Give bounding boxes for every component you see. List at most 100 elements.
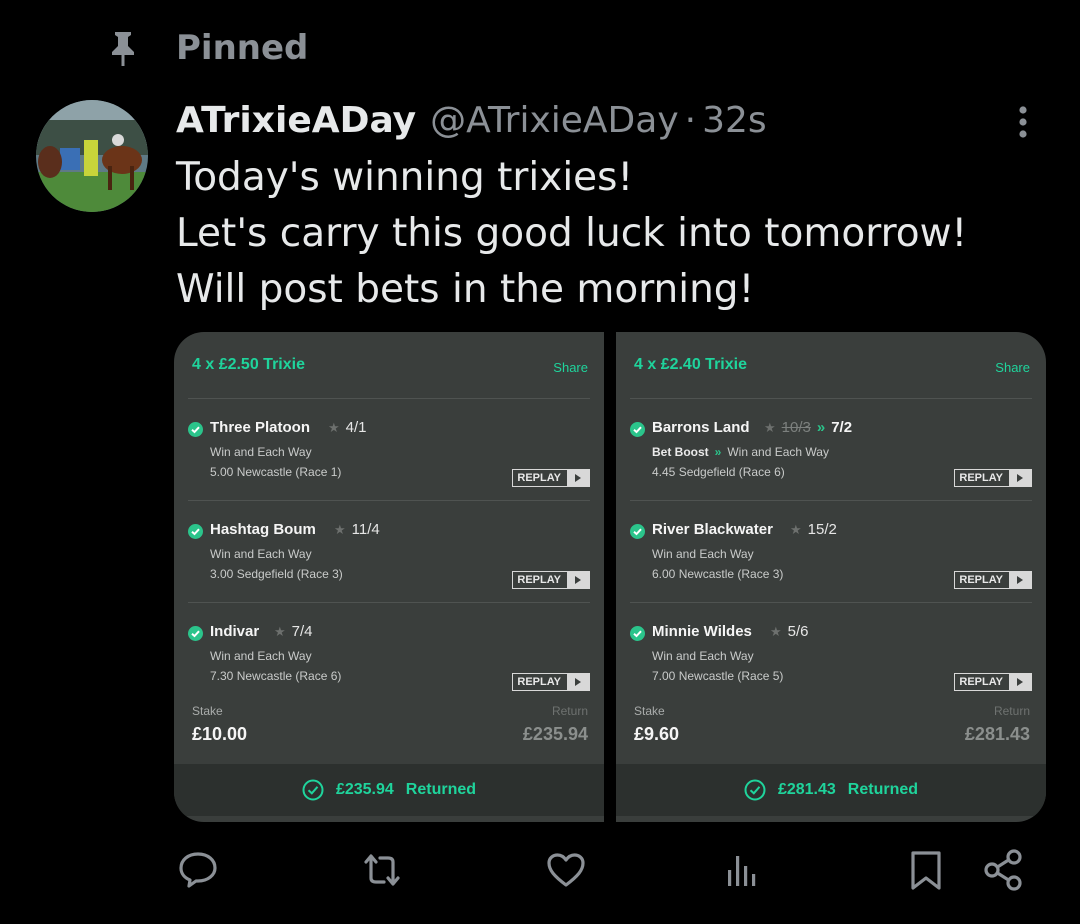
market: Bet Boost » Win and Each Way: [652, 445, 829, 459]
selection-row: Minnie Wildes ★ 5/6 Win and Each Way 7.00…: [630, 602, 1032, 702]
tweet-line: Let's carry this good luck into tomorrow…: [176, 211, 968, 256]
reply-icon: [179, 852, 217, 888]
returned-amount: £281.43: [777, 781, 836, 798]
boost-arrow-icon: »: [714, 445, 722, 459]
display-name[interactable]: ATrixieADay: [176, 100, 416, 141]
selection-row: River Blackwater ★ 15/2 Win and Each Way …: [630, 500, 1032, 600]
horse-name: Minnie Wildes: [652, 623, 752, 640]
timestamp[interactable]: 32s: [702, 100, 767, 141]
replay-button: REPLAY: [512, 571, 590, 589]
share-icon: [984, 849, 1022, 891]
market: Win and Each Way: [652, 547, 754, 561]
star-icon: ★: [334, 521, 346, 537]
selection-row: Three Platoon ★ 4/1 Win and Each Way 5.00…: [188, 398, 590, 498]
horse-name: Three Platoon: [210, 419, 311, 436]
tweet-line: Will post bets in the morning!: [176, 267, 755, 312]
odds-value: 4/1: [345, 419, 367, 436]
avatar[interactable]: [36, 100, 148, 212]
play-icon: [1009, 470, 1031, 486]
market: Win and Each Way: [210, 445, 312, 459]
play-icon: [567, 572, 589, 588]
check-icon: [630, 524, 645, 539]
pin-icon: [112, 32, 134, 66]
returned-amount: £235.94: [335, 781, 394, 798]
bet-slip-image[interactable]: 4 x £2.50 Trixie Share Three Platoon ★ 4/…: [174, 332, 604, 822]
odds-value: 7/2: [831, 419, 853, 436]
return-label: Return: [551, 704, 588, 718]
check-circle-icon: [744, 779, 766, 801]
replay-label: REPLAY: [517, 472, 561, 484]
share-button[interactable]: [982, 848, 1026, 892]
odds: ★ 7/4: [274, 623, 313, 640]
market: Win and Each Way: [210, 547, 312, 561]
return-label: Return: [993, 704, 1030, 718]
bookmark-button[interactable]: [904, 848, 948, 892]
play-icon: [1009, 674, 1031, 690]
odds: ★ 15/2: [790, 521, 837, 538]
check-icon: [188, 524, 203, 539]
star-icon: ★: [764, 419, 776, 435]
boost-arrow-icon: »: [816, 419, 826, 436]
bet-slip-image[interactable]: 4 x £2.40 Trixie Share Barrons Land ★ 10/…: [616, 332, 1046, 822]
race-info: 3.00 Sedgefield (Race 3): [210, 567, 343, 581]
odds: ★ 4/1: [328, 419, 367, 436]
slip-title: 4 x £2.40 Trixie: [634, 356, 747, 373]
horse-name: River Blackwater: [652, 521, 773, 538]
tweet-line: Today's winning trixies!: [176, 155, 634, 200]
like-button[interactable]: [544, 848, 588, 892]
odds-value: 11/4: [351, 521, 380, 538]
retweet-button[interactable]: [360, 848, 404, 892]
return-value: £281.43: [964, 724, 1030, 744]
returned-label: Returned: [405, 781, 477, 798]
replay-label: REPLAY: [517, 676, 561, 688]
check-icon: [188, 422, 203, 437]
horse-name: Barrons Land: [652, 419, 750, 436]
odds-value: 15/2: [807, 521, 837, 538]
tweet-media[interactable]: 4 x £2.50 Trixie Share Three Platoon ★ 4/…: [174, 332, 1046, 822]
reply-button[interactable]: [176, 848, 220, 892]
race-info: 6.00 Newcastle (Race 3): [652, 567, 784, 581]
market-label: Win and Each Way: [210, 547, 312, 561]
pinned-label: Pinned: [176, 28, 309, 68]
market-label: Win and Each Way: [727, 445, 829, 459]
replay-button: REPLAY: [954, 571, 1032, 589]
user-handle[interactable]: @ATrixieADay: [430, 100, 679, 141]
odds: ★ 5/6: [770, 623, 809, 640]
more-icon[interactable]: [1008, 104, 1038, 140]
replay-button: REPLAY: [512, 469, 590, 487]
replay-label: REPLAY: [959, 676, 1003, 688]
slip-share-link: Share: [995, 360, 1030, 375]
market-label: Win and Each Way: [210, 445, 312, 459]
avatar-image: [36, 100, 148, 212]
check-icon: [630, 626, 645, 641]
star-icon: ★: [770, 623, 782, 639]
selection-row: Hashtag Boum ★ 11/4 Win and Each Way 3.00…: [188, 500, 590, 600]
views-button[interactable]: [720, 848, 764, 892]
tweet-header: ATrixieADay @ATrixieADay · 32s: [176, 96, 767, 144]
race-info: 5.00 Newcastle (Race 1): [210, 465, 342, 479]
stake-value: £10.00: [192, 724, 248, 744]
star-icon: ★: [328, 419, 340, 435]
check-icon: [630, 422, 645, 437]
odds: ★ 10/3 » 7/2: [764, 419, 852, 436]
replay-button: REPLAY: [954, 673, 1032, 691]
market-label: Win and Each Way: [652, 649, 754, 663]
replay-label: REPLAY: [517, 574, 561, 586]
replay-label: REPLAY: [959, 472, 1003, 484]
returned-label: Returned: [847, 781, 919, 798]
bookmark-icon: [911, 851, 941, 890]
odds: ★ 11/4: [334, 521, 380, 538]
returned-bar: £281.43 Returned: [616, 764, 1046, 816]
replay-button: REPLAY: [954, 469, 1032, 487]
stake-value: £9.60: [634, 724, 680, 744]
market: Win and Each Way: [652, 649, 754, 663]
odds-value: 7/4: [291, 623, 313, 640]
heart-icon: [547, 853, 585, 887]
replay-label: REPLAY: [959, 574, 1003, 586]
check-circle-icon: [302, 779, 324, 801]
race-info: 7.30 Newcastle (Race 6): [210, 669, 342, 683]
return-value: £235.94: [522, 724, 588, 744]
selection-row: Indivar ★ 7/4 Win and Each Way 7.30 Newca…: [188, 602, 590, 702]
stake-label: Stake: [634, 704, 665, 718]
slip-share-link: Share: [553, 360, 588, 375]
